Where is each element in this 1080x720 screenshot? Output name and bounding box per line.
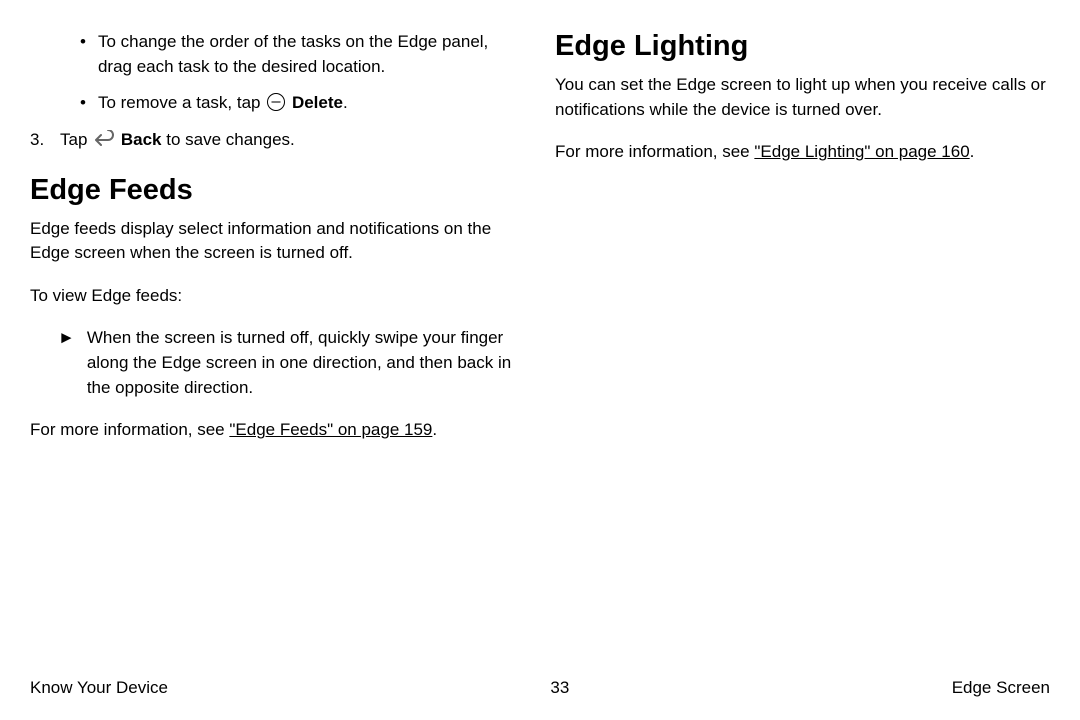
heading-edge-feeds: Edge Feeds <box>30 174 525 207</box>
delete-icon <box>267 93 285 111</box>
text-fragment: For more information, see <box>30 420 229 439</box>
bullet-text: To change the order of the tasks on the … <box>98 30 525 79</box>
text-fragment: . <box>343 93 348 112</box>
text-fragment: . <box>970 142 975 161</box>
paragraph: To view Edge feeds: <box>30 284 525 309</box>
text-fragment: To remove a task, tap <box>98 93 265 112</box>
text-fragment: . <box>432 420 437 439</box>
bullet-marker: • <box>80 91 86 116</box>
paragraph: For more information, see "Edge Lighting… <box>555 140 1050 165</box>
action-text: When the screen is turned off, quickly s… <box>87 326 525 400</box>
step-content: Tap Back to save changes. <box>60 128 525 156</box>
bullet-marker: • <box>80 30 86 79</box>
paragraph: For more information, see "Edge Feeds" o… <box>30 418 525 443</box>
numbered-step: 3. Tap Back to save changes. <box>30 128 525 156</box>
footer-page-number: 33 <box>550 678 569 698</box>
cross-reference-link[interactable]: "Edge Feeds" on page 159 <box>229 420 432 439</box>
bullet-item: • To remove a task, tap Delete. <box>80 91 525 116</box>
footer-left: Know Your Device <box>30 678 168 698</box>
text-bold: Back <box>121 130 162 149</box>
text-fragment: For more information, see <box>555 142 754 161</box>
back-icon <box>94 130 114 156</box>
paragraph: You can set the Edge screen to light up … <box>555 73 1050 122</box>
footer-right: Edge Screen <box>952 678 1050 698</box>
paragraph: Edge feeds display select information an… <box>30 217 525 266</box>
left-column: • To change the order of the tasks on th… <box>30 30 525 670</box>
triangle-marker: ► <box>58 326 75 400</box>
text-fragment: to save changes. <box>162 130 295 149</box>
cross-reference-link[interactable]: "Edge Lighting" on page 160 <box>754 142 969 161</box>
text-bold: Delete <box>292 93 343 112</box>
bullet-item: • To change the order of the tasks on th… <box>80 30 525 79</box>
action-item: ► When the screen is turned off, quickly… <box>58 326 525 400</box>
page-footer: Know Your Device 33 Edge Screen <box>30 678 1050 698</box>
right-column: Edge Lighting You can set the Edge scree… <box>555 30 1050 670</box>
text-fragment: Tap <box>60 130 92 149</box>
bullet-text: To remove a task, tap Delete. <box>98 91 348 116</box>
heading-edge-lighting: Edge Lighting <box>555 30 1050 63</box>
step-number: 3. <box>30 128 60 156</box>
